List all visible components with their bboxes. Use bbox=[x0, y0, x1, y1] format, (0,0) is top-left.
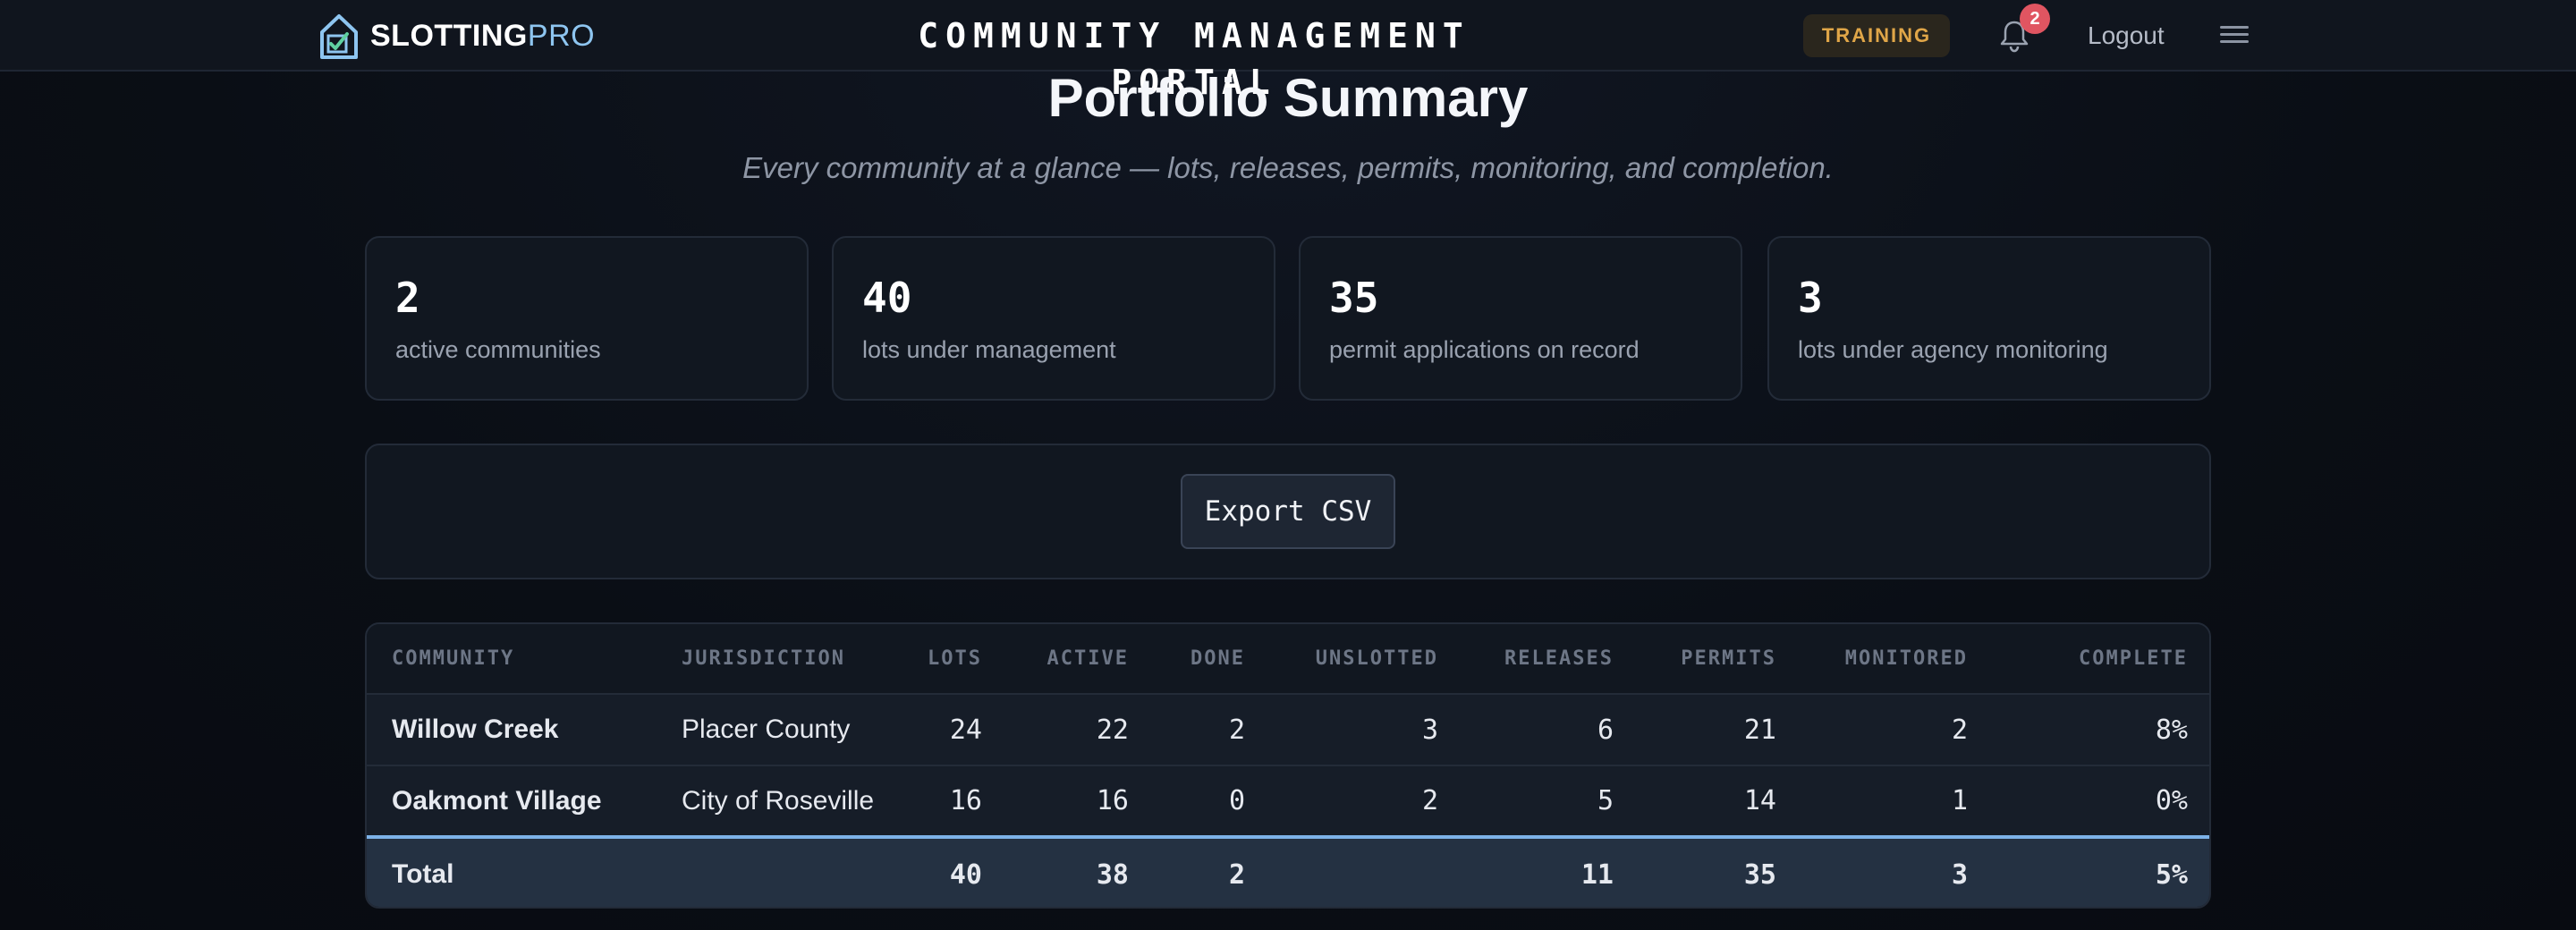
stat-value: 40 bbox=[862, 274, 912, 322]
cell-unslotted: 3 bbox=[1270, 694, 1463, 766]
stat-value: 35 bbox=[1329, 274, 1379, 322]
total-monitored: 3 bbox=[1801, 835, 1993, 907]
page-title: Portfolio Summary bbox=[1047, 68, 1529, 128]
cell-complete: 0% bbox=[1993, 765, 2209, 838]
cell-permits: 21 bbox=[1639, 694, 1801, 766]
cell-unslotted: 2 bbox=[1270, 765, 1463, 838]
hamburger-menu-icon[interactable] bbox=[2220, 21, 2249, 50]
column-header-jurisdiction[interactable]: JURISDICTION bbox=[657, 624, 907, 695]
stat-card-communities: 2 active communities bbox=[365, 236, 809, 401]
cell-monitored: 2 bbox=[1801, 694, 1993, 766]
total-active: 38 bbox=[1007, 835, 1154, 907]
column-header-releases[interactable]: RELEASES bbox=[1463, 624, 1639, 695]
column-header-lots[interactable]: LOTS bbox=[907, 624, 1007, 695]
logout-link[interactable]: Logout bbox=[2088, 16, 2165, 55]
training-badge: TRAINING bbox=[1803, 14, 1950, 57]
brand-pro: PRO bbox=[527, 18, 596, 53]
total-unslotted bbox=[1270, 835, 1463, 907]
cell-complete: 8% bbox=[1993, 694, 2209, 766]
brand-wordmark: SLOTTINGPRO bbox=[370, 19, 595, 54]
menu-line bbox=[2220, 33, 2249, 36]
notification-count-badge: 2 bbox=[2020, 4, 2050, 34]
cell-jurisdiction: Placer County bbox=[657, 694, 907, 766]
cell-monitored: 1 bbox=[1801, 765, 1993, 838]
total-complete: 5% bbox=[1993, 835, 2209, 907]
portal-title: COMMUNITY MANAGEMENT PORTAL bbox=[918, 16, 1470, 102]
cell-active: 22 bbox=[1007, 694, 1154, 766]
portfolio-table: COMMUNITY JURISDICTION LOTS ACTIVE DONE … bbox=[365, 622, 2211, 909]
cell-active: 16 bbox=[1007, 765, 1154, 838]
brand-main: SLOTTING bbox=[370, 18, 528, 53]
cell-done: 0 bbox=[1154, 765, 1270, 838]
cell-lots: 24 bbox=[907, 694, 1007, 766]
stat-label: active communities bbox=[395, 336, 601, 363]
total-releases: 11 bbox=[1463, 835, 1639, 907]
cell-releases: 5 bbox=[1463, 765, 1639, 838]
cell-community[interactable]: Oakmont Village bbox=[367, 765, 657, 838]
column-header-permits[interactable]: PERMITS bbox=[1639, 624, 1801, 695]
total-lots: 40 bbox=[907, 835, 1007, 907]
total-label: Total bbox=[367, 835, 657, 907]
menu-line bbox=[2220, 26, 2249, 29]
export-csv-button[interactable]: Export CSV bbox=[1181, 474, 1395, 549]
cell-releases: 6 bbox=[1463, 694, 1639, 766]
table-row[interactable]: Oakmont Village City of Roseville 16 16 … bbox=[367, 765, 2209, 838]
summary-table: COMMUNITY JURISDICTION LOTS ACTIVE DONE … bbox=[367, 624, 2209, 907]
table-row[interactable]: Willow Creek Placer County 24 22 2 3 6 2… bbox=[367, 694, 2209, 766]
stat-value: 2 bbox=[395, 274, 420, 322]
menu-line bbox=[2220, 40, 2249, 43]
stat-label: permit applications on record bbox=[1329, 336, 1640, 363]
stat-card-permits: 35 permit applications on record bbox=[1299, 236, 1742, 401]
cell-permits: 14 bbox=[1639, 765, 1801, 838]
column-header-done[interactable]: DONE bbox=[1154, 624, 1270, 695]
brand-logo[interactable]: SLOTTINGPRO bbox=[317, 11, 595, 61]
total-done: 2 bbox=[1154, 835, 1270, 907]
stat-label: lots under agency monitoring bbox=[1798, 336, 2108, 363]
column-header-community[interactable]: COMMUNITY bbox=[367, 624, 657, 695]
table-total-row: Total 40 38 2 11 35 3 5% bbox=[367, 835, 2209, 907]
cell-lots: 16 bbox=[907, 765, 1007, 838]
column-header-unslotted[interactable]: UNSLOTTED bbox=[1270, 624, 1463, 695]
house-check-logo-icon bbox=[320, 14, 358, 59]
stat-value: 3 bbox=[1798, 274, 1823, 322]
page-subtitle: Every community at a glance — lots, rele… bbox=[742, 151, 1834, 184]
table-header-row: COMMUNITY JURISDICTION LOTS ACTIVE DONE … bbox=[367, 624, 2209, 695]
total-jurisdiction bbox=[657, 835, 907, 907]
column-header-monitored[interactable]: MONITORED bbox=[1801, 624, 1993, 695]
total-permits: 35 bbox=[1639, 835, 1801, 907]
stat-label: lots under management bbox=[862, 336, 1116, 363]
cell-done: 2 bbox=[1154, 694, 1270, 766]
stat-card-monitoring: 3 lots under agency monitoring bbox=[1767, 236, 2211, 401]
column-header-complete[interactable]: COMPLETE bbox=[1993, 624, 2209, 695]
column-header-active[interactable]: ACTIVE bbox=[1007, 624, 1154, 695]
cell-jurisdiction: City of Roseville bbox=[657, 765, 907, 838]
cell-community[interactable]: Willow Creek bbox=[367, 694, 657, 766]
stat-card-lots: 40 lots under management bbox=[832, 236, 1275, 401]
